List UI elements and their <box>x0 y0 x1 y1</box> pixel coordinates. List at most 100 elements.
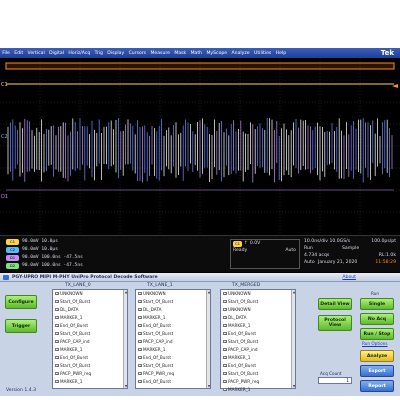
scroll-up-icon[interactable]: ▲ <box>207 290 211 294</box>
analyze-button[interactable]: Analyze <box>360 350 394 362</box>
list-item[interactable]: + Start_Of_Burst <box>55 331 90 336</box>
scroll-down-icon[interactable]: ▼ <box>124 384 128 388</box>
expand-icon[interactable]: + <box>55 347 59 352</box>
list-item[interactable]: + Start_Of_Burst <box>55 363 90 368</box>
expand-icon[interactable]: + <box>223 291 227 296</box>
protocol-view-button[interactable]: Protocol View <box>318 315 352 331</box>
menu-math[interactable]: Math <box>188 51 204 56</box>
list-item[interactable]: + DL_DATA <box>55 307 78 312</box>
expand-icon[interactable]: + <box>223 363 227 368</box>
acq-count-field[interactable]: 1 <box>318 377 352 384</box>
list-item[interactable]: + MARKER_1 <box>138 315 165 320</box>
list-item[interactable]: + PACP_PWR_req <box>223 379 259 384</box>
list-item[interactable]: + UNKNOWN <box>55 291 83 296</box>
scroll-up-icon[interactable]: ▲ <box>292 290 296 294</box>
expand-icon[interactable]: + <box>55 339 59 344</box>
list-item[interactable]: + PACP_CAP_ind <box>223 347 257 352</box>
expand-icon[interactable]: + <box>223 387 227 392</box>
expand-icon[interactable]: + <box>223 315 227 320</box>
expand-icon[interactable]: + <box>55 299 59 304</box>
scroll-down-icon[interactable]: ▼ <box>292 384 296 388</box>
list-item[interactable]: + End_Of_Burst <box>138 323 171 328</box>
expand-icon[interactable]: + <box>138 315 142 320</box>
expand-icon[interactable]: + <box>138 307 142 312</box>
menu-edit[interactable]: Edit <box>12 51 25 56</box>
list-item[interactable]: + Start_Of_Burst <box>138 331 173 336</box>
list-item[interactable]: + UNKNOWN <box>138 291 166 296</box>
menu-file[interactable]: File <box>0 51 12 56</box>
expand-icon[interactable]: + <box>138 331 142 336</box>
acquisition-readout[interactable]: 10.0ns/div 10.0GS/s 100.0ps/pt Run Sampl… <box>304 239 396 271</box>
list-item[interactable]: + Start_Of_Burst <box>223 299 258 304</box>
list-item[interactable]: + MARKER_1 <box>223 323 250 328</box>
detail-view-button[interactable]: Detail View <box>318 298 352 310</box>
d1-badge[interactable]: D1 <box>6 255 19 261</box>
list-item[interactable]: + End_Of_Burst <box>55 355 88 360</box>
ch2-badge[interactable]: C2 <box>6 247 19 253</box>
ch2-marker[interactable]: C2 <box>1 134 8 140</box>
expand-icon[interactable]: + <box>223 379 227 384</box>
list-item[interactable]: + MARKER_1 <box>55 379 82 384</box>
list-item[interactable]: + MARKER_1 <box>223 387 250 392</box>
menu-utilities[interactable]: Utilities <box>252 51 274 56</box>
menu-horiz-acq[interactable]: Horiz/Acq <box>66 51 92 56</box>
expand-icon[interactable]: + <box>138 379 142 384</box>
expand-icon[interactable]: + <box>55 379 59 384</box>
list-item[interactable]: + MARKER_1 <box>55 315 82 320</box>
menu-help[interactable]: Help <box>273 51 288 56</box>
scroll-down-icon[interactable]: ▼ <box>207 384 211 388</box>
list-item[interactable]: + End_Of_Burst <box>223 331 256 336</box>
expand-icon[interactable]: + <box>55 315 59 320</box>
expand-icon[interactable]: + <box>55 371 59 376</box>
menu-measure[interactable]: Measure <box>148 51 172 56</box>
list-item[interactable]: + PACP_CAP_ind <box>55 339 89 344</box>
trigger-level-icon[interactable] <box>392 84 398 88</box>
list-item[interactable]: + MARKER_1 <box>55 347 82 352</box>
expand-icon[interactable]: + <box>138 339 142 344</box>
list-item[interactable]: + End_Of_Burst <box>138 355 171 360</box>
menu-analyze[interactable]: Analyze <box>229 51 251 56</box>
configure-button[interactable]: Configure <box>5 295 37 309</box>
list-item[interactable]: + End_Of_Burst <box>223 363 256 368</box>
no-acq-button[interactable]: No Acq <box>360 313 394 325</box>
menu-display[interactable]: Display <box>105 51 126 56</box>
scroll-up-icon[interactable]: ▲ <box>124 290 128 294</box>
expand-icon[interactable]: + <box>223 339 227 344</box>
export-button[interactable]: Export <box>360 365 394 377</box>
expand-icon[interactable]: + <box>138 363 142 368</box>
list-item[interactable]: + UNKNOWN <box>223 291 251 296</box>
menu-cursors[interactable]: Cursors <box>126 51 148 56</box>
report-button[interactable]: Report <box>360 380 394 392</box>
list-item[interactable]: + Start_Of_Burst <box>223 371 258 376</box>
expand-icon[interactable]: + <box>138 355 142 360</box>
ch1-marker[interactable]: C1 <box>1 82 8 88</box>
expand-icon[interactable]: + <box>223 323 227 328</box>
list-item[interactable]: + DL_DATA <box>223 315 246 320</box>
menu-trig[interactable]: Trig <box>92 51 105 56</box>
expand-icon[interactable]: + <box>223 307 227 312</box>
expand-icon[interactable]: + <box>55 363 59 368</box>
expand-icon[interactable]: + <box>138 347 142 352</box>
list-item[interactable]: + Start_Of_Burst <box>55 299 90 304</box>
expand-icon[interactable]: + <box>55 323 59 328</box>
menu-vertical[interactable]: Vertical <box>25 51 47 56</box>
list-item[interactable]: + Start_Of_Burst <box>138 299 173 304</box>
merged-list[interactable]: + UNKNOWN + Start_Of_Burst + UNKNOWN + DL_DATA +… <box>220 289 296 392</box>
expand-icon[interactable]: + <box>138 371 142 376</box>
about-link[interactable]: About <box>342 275 356 280</box>
list-item[interactable]: + UNKNOWN <box>223 307 251 312</box>
lane1-list[interactable]: + UNKNOWN + Start_Of_Burst + DL_DATA + MARKER_1… <box>135 289 211 389</box>
menu-mask[interactable]: Mask <box>172 51 188 56</box>
list-item[interactable]: + Start_Of_Burst <box>138 363 173 368</box>
expand-icon[interactable]: + <box>223 331 227 336</box>
trigger-button[interactable]: Trigger <box>5 319 37 333</box>
run-stop-button[interactable]: Run / Stop <box>360 328 394 340</box>
ch1-badge[interactable]: C1 <box>6 239 19 245</box>
list-item[interactable]: + PACP_CAP_ind <box>138 339 172 344</box>
list-item[interactable]: + MARKER_1 <box>138 347 165 352</box>
list-item[interactable]: + DL_DATA <box>138 307 161 312</box>
expand-icon[interactable]: + <box>223 299 227 304</box>
expand-icon[interactable]: + <box>223 355 227 360</box>
expand-icon[interactable]: + <box>55 291 59 296</box>
expand-icon[interactable]: + <box>138 299 142 304</box>
